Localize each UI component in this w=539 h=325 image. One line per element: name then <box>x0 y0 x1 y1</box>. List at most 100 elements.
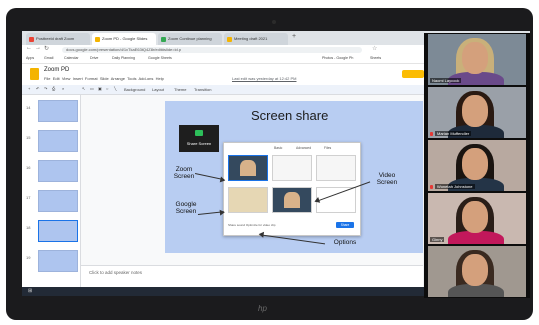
dialog-tabs: Basic Advanced Files <box>224 146 360 152</box>
tab-advanced[interactable]: Advanced <box>296 146 311 150</box>
zoom-screen-option[interactable] <box>228 155 268 181</box>
back-arrow-icon[interactable]: ← <box>26 45 32 51</box>
slide-thumbnail-selected[interactable] <box>38 220 78 242</box>
participant-video-tile[interactable] <box>427 245 527 298</box>
bookmark-item[interactable]: Google Sheets <box>148 56 172 60</box>
line-icon[interactable]: ╲ <box>114 86 116 91</box>
participant-name: Marian Muffendler <box>435 131 472 136</box>
bookmark-item[interactable]: Gmail <box>44 56 53 60</box>
annotation-google-screen: Google Screen <box>175 201 197 215</box>
slide-number: 18 <box>26 225 31 230</box>
tab-basic[interactable]: Basic <box>274 146 282 150</box>
menu-arrange[interactable]: Arrange <box>111 76 125 81</box>
menu-insert[interactable]: Insert <box>73 76 83 81</box>
slide-thumbnail[interactable] <box>38 160 78 182</box>
slide-title[interactable]: Screen share <box>251 108 328 123</box>
participant-video-tile[interactable]: Ginny <box>427 192 527 245</box>
participant-name: Ginny <box>430 237 445 242</box>
browser-tab-active[interactable]: Zoom PD - Google Slides <box>92 33 156 45</box>
bookmark-item[interactable]: Daily Planning <box>112 56 135 60</box>
browser-tab[interactable]: Zoom Continue planning <box>158 33 222 45</box>
present-button[interactable] <box>402 70 424 78</box>
participant-video-tile[interactable]: Naomi Laycock <box>427 33 527 86</box>
slides-logo-icon[interactable] <box>30 68 39 80</box>
print-icon[interactable]: ⎙ <box>52 86 55 91</box>
star-bookmark-icon[interactable]: ☆ <box>372 45 377 52</box>
shape-icon[interactable]: ○ <box>106 86 108 91</box>
reload-icon[interactable]: ↻ <box>44 45 49 52</box>
textbox-icon[interactable]: ▭ <box>90 86 94 91</box>
zoom-gallery-view: Naomi Laycock Marian Muffendler Wonetah … <box>424 33 530 298</box>
bookmark-item[interactable]: Sheets <box>370 56 381 60</box>
layout-button[interactable]: Layout <box>152 87 164 92</box>
slide-canvas-area: Screen share Share Screen Basic Advanced… <box>81 95 423 296</box>
last-edit-link[interactable]: Last edit was yesterday at 12:42 PM <box>232 76 296 81</box>
document-title[interactable]: Zoom PD <box>44 67 69 73</box>
muted-mic-icon <box>430 185 433 189</box>
url-input[interactable]: docs.google.com/presentation/d/1xTkaE63t… <box>62 47 362 53</box>
menu-edit[interactable]: Edit <box>53 76 60 81</box>
whiteboard-option[interactable] <box>272 155 312 181</box>
zoom-icon[interactable]: ⌕ <box>62 86 64 91</box>
dialog-share-button[interactable]: Share <box>336 222 354 228</box>
add-slide-icon[interactable]: + <box>28 86 30 91</box>
windows-start-icon[interactable]: ⊞ <box>28 288 32 294</box>
forward-arrow-icon[interactable]: → <box>35 45 41 51</box>
menu-tools[interactable]: Tools <box>127 76 136 81</box>
participant-thumbnail <box>240 159 256 177</box>
dialog-options[interactable]: Share sound Optimize for video clip <box>228 223 275 227</box>
slide-thumbnail[interactable] <box>38 130 78 152</box>
browser-tab[interactable]: Meeting draft 2021 <box>224 33 288 45</box>
slide[interactable]: Screen share Share Screen Basic Advanced… <box>165 101 423 253</box>
annotation-options: Options <box>333 239 357 246</box>
undo-icon[interactable]: ↶ <box>36 86 39 91</box>
menu-bar: File Edit View Insert Format Slide Arran… <box>44 76 164 81</box>
slide-thumbnail[interactable] <box>38 250 78 272</box>
bookmark-item[interactable]: Photos - Google Ph <box>322 56 353 60</box>
google-screen-option[interactable] <box>228 187 268 213</box>
slide-number: 14 <box>26 105 31 110</box>
participant-thumbnail <box>284 191 300 209</box>
redo-icon[interactable]: ↷ <box>44 86 47 91</box>
share-screen-label: Share Screen <box>186 141 212 146</box>
tab-favicon-icon <box>95 37 100 42</box>
iphone-ipad-option[interactable] <box>316 155 356 181</box>
slide-thumbnail[interactable] <box>38 100 78 122</box>
tab-favicon-icon <box>227 37 232 42</box>
participant-video-tile[interactable]: Wonetah Johnstone <box>427 139 527 192</box>
bookmark-item[interactable]: Drive <box>90 56 98 60</box>
slide-number: 19 <box>26 255 31 260</box>
bookmark-item[interactable]: Apps <box>26 56 34 60</box>
image-icon[interactable]: ▣ <box>98 86 102 91</box>
share-screen-dialog: Basic Advanced Files Share sound Optimiz… <box>223 142 361 236</box>
menu-help[interactable]: Help <box>156 76 164 81</box>
share-screen-icon <box>195 130 203 136</box>
tab-files[interactable]: Files <box>324 146 331 150</box>
transition-button[interactable]: Transition <box>194 87 211 92</box>
menu-format[interactable]: Format <box>85 76 98 81</box>
theme-button[interactable]: Theme <box>174 87 186 92</box>
tab-favicon-icon <box>161 37 166 42</box>
menu-slide[interactable]: Slide <box>100 76 109 81</box>
bookmark-item[interactable]: Calendar <box>64 56 79 60</box>
video-screen-option[interactable] <box>272 187 312 213</box>
slide-number: 17 <box>26 195 31 200</box>
menu-addons[interactable]: Add-ons <box>139 76 154 81</box>
new-tab-plus-icon[interactable]: + <box>292 33 296 40</box>
select-icon[interactable]: ↖ <box>82 86 85 91</box>
background-button[interactable]: Background <box>124 87 145 92</box>
menu-file[interactable]: File <box>44 76 50 81</box>
hp-logo: hp <box>258 304 267 313</box>
slide-thumbnail[interactable] <box>38 190 78 212</box>
slide-number: 15 <box>26 135 31 140</box>
menu-view[interactable]: View <box>62 76 71 81</box>
zoom-share-screen-button: Share Screen <box>179 125 219 152</box>
participant-name: Naomi Laycock <box>430 78 462 83</box>
slide-number: 16 <box>26 165 31 170</box>
blank-option[interactable] <box>316 187 356 213</box>
participant-video-tile[interactable]: Marian Muffendler <box>427 86 527 139</box>
browser-tab[interactable]: Postbeeld draft Zoom <box>26 33 90 45</box>
speaker-notes-placeholder: Click to add speaker notes <box>89 270 143 275</box>
tab-favicon-icon <box>29 37 34 42</box>
muted-mic-icon <box>430 132 433 136</box>
